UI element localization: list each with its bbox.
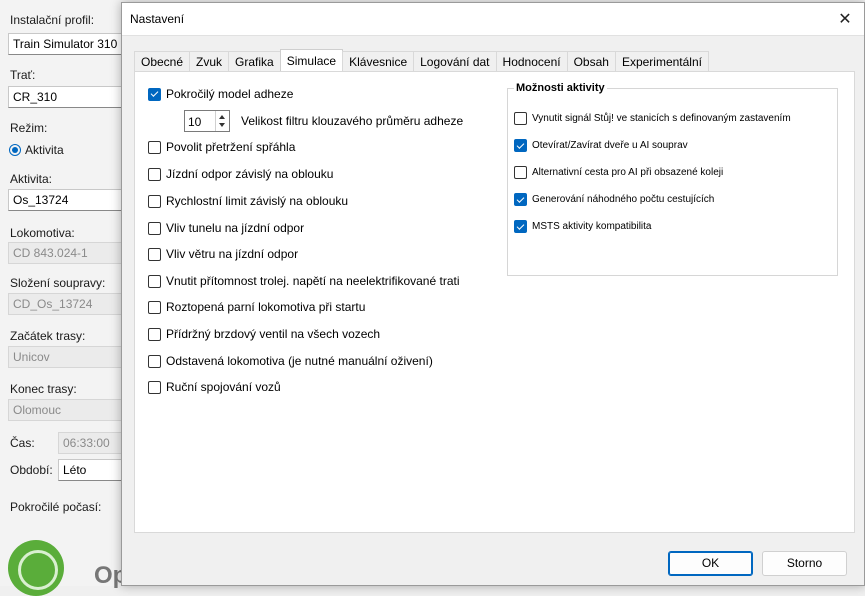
locomotive-label: Lokomotiva: [10, 226, 75, 240]
checkbox[interactable] [148, 140, 161, 154]
season-select[interactable]: Léto [58, 459, 124, 481]
activity-option-row[interactable]: Vynutit signál Stůj! ve stanicích s defi… [514, 112, 791, 125]
activity-options-group: Možnosti aktivity Vynutit signál Stůj! v… [507, 82, 838, 276]
option-row[interactable]: Rychlostní limit závislý na oblouku [148, 194, 348, 208]
mode-activity-radio[interactable] [9, 144, 21, 156]
option-label: Přídržný brzdový ventil na všech vozech [166, 327, 381, 341]
checkbox[interactable] [148, 87, 161, 101]
start-label: Začátek trasy: [10, 329, 86, 343]
activity-option-row[interactable]: Generování náhodného počtu cestujících [514, 193, 714, 206]
time-label: Čas: [10, 436, 35, 450]
route-select[interactable]: CR_310 [8, 86, 126, 108]
ok-button[interactable]: OK [668, 551, 753, 576]
checkbox[interactable] [148, 274, 161, 288]
time-field: 06:33:00 [58, 432, 124, 454]
mode-activity-label: Aktivita [25, 143, 64, 157]
tab-0[interactable]: Obecné [134, 51, 191, 71]
tab-7[interactable]: Obsah [566, 51, 616, 71]
checkbox[interactable] [148, 247, 161, 261]
option-label: Vliv tunelu na jízdní odpor [166, 221, 305, 235]
start-select: Unicov [8, 346, 126, 368]
weather-label: Pokročilé počasí: [10, 500, 102, 514]
activity-option-label: Alternativní cesta pro AI při obsazené k… [532, 167, 724, 178]
tab-8[interactable]: Experimentální [614, 51, 709, 71]
activity-select[interactable]: Os_13724 [8, 189, 126, 211]
option-label: Pokročilý model adheze [166, 87, 294, 101]
option-label: Vnutit přítomnost trolej. napětí na neel… [166, 274, 460, 288]
checkbox[interactable] [514, 220, 527, 233]
checkbox[interactable] [148, 194, 161, 208]
option-row[interactable]: Odstavená lokomotiva (je nutné manuální … [148, 354, 433, 368]
option-row[interactable]: Jízdní odpor závislý na oblouku [148, 167, 333, 181]
season-label: Období: [10, 463, 53, 477]
end-label: Konec trasy: [10, 382, 77, 396]
option-row[interactable]: Přídržný brzdový ventil na všech vozech [148, 327, 380, 341]
route-label: Trať: [10, 68, 36, 82]
app-logo [8, 540, 64, 596]
option-row[interactable]: Vnutit přítomnost trolej. napětí na neel… [148, 274, 460, 288]
tab-4[interactable]: Klávesnice [342, 51, 415, 71]
consist-label: Složení soupravy: [10, 276, 106, 290]
mode-label: Režim: [10, 121, 48, 135]
activity-option-label: Vynutit signál Stůj! ve stanicích s defi… [532, 113, 791, 124]
option-row[interactable]: Roztopená parní lokomotiva při startu [148, 300, 365, 314]
dialog-title: Nastavení [130, 12, 185, 26]
tab-6[interactable]: Hodnocení [495, 51, 568, 71]
tab-3[interactable]: Simulace [279, 49, 344, 71]
activity-label: Aktivita: [10, 172, 53, 186]
option-label: Ruční spojování vozů [166, 380, 281, 394]
option-label: Vliv větru na jízdní odpor [166, 247, 299, 261]
activity-option-label: MSTS aktivity kompatibilita [532, 221, 652, 232]
end-select: Olomouc [8, 399, 126, 421]
settings-dialog: Nastavení ✕ Obecné Zvuk Grafika Simulace Klá… [121, 2, 865, 586]
checkbox[interactable] [148, 354, 161, 368]
simulation-panel: Pokročilý model adheze Povolit přetržení … [134, 71, 855, 533]
dialog-titlebar: Nastavení ✕ [122, 3, 864, 36]
adhesion-filter-label: Velikost filtru klouzavého průměru adhez… [241, 114, 464, 128]
checkbox[interactable] [148, 167, 161, 181]
checkbox[interactable] [514, 193, 527, 206]
tab-1[interactable]: Zvuk [189, 51, 230, 71]
checkbox[interactable] [148, 300, 161, 314]
option-row[interactable]: Pokročilý model adheze [148, 87, 293, 101]
option-label: Rychlostní limit závislý na oblouku [166, 194, 349, 208]
adhesion-filter-value: 10 [188, 115, 202, 129]
activity-option-row[interactable]: MSTS aktivity kompatibilita [514, 220, 651, 233]
checkbox[interactable] [514, 166, 527, 179]
tab-2[interactable]: Grafika [228, 51, 281, 71]
close-icon[interactable]: ✕ [834, 8, 856, 30]
consist-select: CD_Os_13724 [8, 293, 126, 315]
cancel-button[interactable]: Storno [762, 551, 847, 576]
locomotive-select: CD 843.024-1 [8, 242, 126, 264]
adhesion-filter-spinner[interactable]: 10 [184, 110, 230, 132]
activity-option-label: Generování náhodného počtu cestujících [532, 194, 715, 205]
option-row[interactable]: Ruční spojování vozů [148, 380, 281, 394]
checkbox[interactable] [148, 380, 161, 394]
profile-select[interactable]: Train Simulator 310 [8, 33, 126, 55]
checkbox[interactable] [514, 112, 527, 125]
activity-options-title: Možnosti aktivity [514, 82, 607, 94]
tab-5[interactable]: Logování dat [413, 51, 497, 71]
option-label: Odstavená lokomotiva (je nutné manuální … [166, 354, 433, 368]
tab-bar: Obecné Zvuk Grafika Simulace Klávesnice Logov… [134, 49, 709, 72]
option-label: Jízdní odpor závislý na oblouku [166, 167, 334, 181]
option-row[interactable]: Vliv tunelu na jízdní odpor [148, 221, 304, 235]
spinner-arrows[interactable] [215, 111, 229, 131]
checkbox[interactable] [514, 139, 527, 152]
option-label: Roztopená parní lokomotiva při startu [166, 300, 366, 314]
activity-option-row[interactable]: Otevírat/Zavírat dveře u AI souprav [514, 139, 688, 152]
spin-up-icon[interactable] [219, 115, 225, 119]
checkbox[interactable] [148, 221, 161, 235]
spin-down-icon[interactable] [219, 123, 225, 127]
option-row[interactable]: Povolit přetržení spřáhla [148, 140, 295, 154]
option-row[interactable]: Vliv větru na jízdní odpor [148, 247, 298, 261]
activity-option-label: Otevírat/Zavírat dveře u AI souprav [532, 140, 688, 151]
checkbox[interactable] [148, 327, 161, 341]
activity-option-row[interactable]: Alternativní cesta pro AI při obsazené k… [514, 166, 723, 179]
profile-label: Instalační profil: [10, 13, 95, 27]
option-label: Povolit přetržení spřáhla [166, 140, 296, 154]
